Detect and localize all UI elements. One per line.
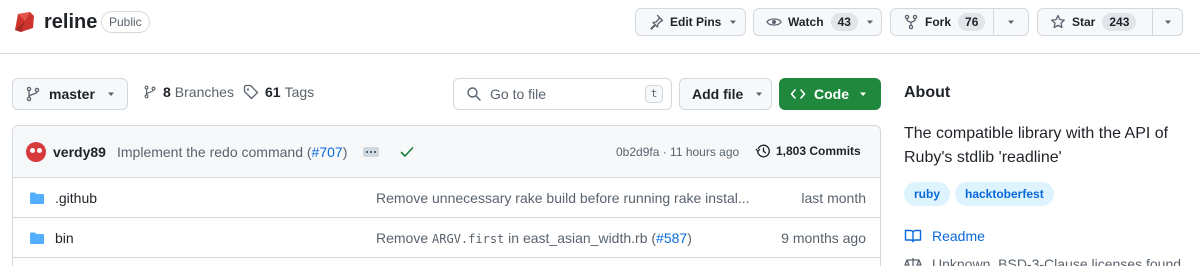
readme-link[interactable]: Readme [904,228,985,244]
expand-commit-button[interactable] [363,147,379,157]
branch-icon [26,86,40,102]
file-commit-text-end: ) [687,230,692,246]
repo-name[interactable]: reline [44,10,97,34]
edit-pins-label: Edit Pins [670,15,722,29]
branch-icon [144,85,156,99]
scale-icon [904,258,922,266]
commits-link[interactable]: 1,803 Commits [755,143,861,159]
avatar[interactable] [26,142,46,162]
fork-dropdown-button[interactable] [993,8,1029,36]
license-link[interactable]: Unknown, BSD-3-Clause licenses found [904,256,1181,266]
commits-count: 1,803 Commits [776,144,861,158]
check-icon[interactable] [399,144,415,160]
branches-count: 8 [163,84,171,100]
file-date: last month [801,190,866,206]
about-description: The compatible library with the API of R… [904,125,1169,166]
file-commit-message[interactable]: Remove unnecessary rake build before run… [376,190,750,206]
add-file-label: Add file [692,86,744,102]
file-table: verdy89 Implement the redo command (#707… [12,125,881,266]
tags-link[interactable]: 61 Tags [243,84,314,100]
tags-label: Tags [284,84,315,100]
go-to-file-input[interactable]: Go to file t [453,78,672,110]
commit-sha-time[interactable]: 0b2d9fa · 11 hours ago [616,145,739,159]
commit-author[interactable]: verdy89 [53,144,106,160]
file-name[interactable]: .github [55,190,97,206]
fork-label: Fork [925,15,952,29]
fork-icon [904,14,918,30]
file-commit-message[interactable]: Remove ARGV.first in east_asian_width.rb… [376,230,692,246]
about-title: About [904,84,951,101]
edit-pins-button[interactable]: Edit Pins [635,8,746,36]
file-commit-text: Remove [376,230,433,246]
chevron-down-icon [1008,20,1014,24]
search-shortcut-key: t [645,85,663,103]
chevron-down-icon [866,20,873,24]
book-icon [904,229,922,243]
fork-button[interactable]: Fork 76 [890,8,994,36]
branches-label: Branches [174,84,234,100]
file-row: .github Remove unnecessary rake build be… [13,178,880,218]
star-icon [1051,14,1065,29]
visibility-badge: Public [101,11,150,33]
eye-icon [766,18,782,26]
commit-message-text: Implement the redo command ( [117,144,312,160]
search-placeholder: Go to file [490,86,547,102]
commit-message-end: ) [342,144,348,160]
tag-icon [243,84,259,100]
topic-ruby[interactable]: ruby [904,182,951,206]
latest-commit-row: verdy89 Implement the redo command (#707… [13,126,880,178]
file-row: bin Remove ARGV.first in east_asian_widt… [13,218,880,258]
repo-header: reline Public Edit Pins Watch 43 Fork 76… [0,0,1200,54]
file-date: 9 months ago [781,230,866,246]
topic-hacktoberfest[interactable]: hacktoberfest [955,182,1054,206]
commit-pr-link[interactable]: #707 [312,144,343,160]
watch-label: Watch [788,15,824,29]
history-icon [755,144,770,158]
pin-icon [650,14,664,30]
chevron-down-icon [756,92,763,96]
file-commit-pr-link[interactable]: #587 [656,230,687,246]
code-button[interactable]: Code [779,78,881,110]
watch-count: 43 [830,13,858,31]
branches-link[interactable]: 8 Branches [143,84,234,100]
add-file-button[interactable]: Add file [679,78,772,110]
file-commit-text-mid: in east_asian_width.rb ( [504,230,657,246]
chevron-down-icon [730,20,737,24]
star-dropdown-button[interactable] [1152,8,1183,36]
star-label: Star [1072,15,1096,29]
folder-icon [30,232,44,244]
file-commit-code: ARGV.first [432,232,505,246]
branch-name: master [49,86,95,102]
tags-count: 61 [265,84,281,100]
chevron-down-icon [1164,20,1171,24]
star-count: 243 [1102,13,1137,31]
folder-icon [30,192,44,204]
code-label: Code [814,86,849,102]
readme-label: Readme [932,228,985,244]
ruby-logo-icon [15,12,34,32]
chevron-down-icon [107,92,114,96]
file-name[interactable]: bin [55,230,74,246]
chevron-down-icon [860,92,866,96]
watch-button[interactable]: Watch 43 [753,8,882,36]
branch-selector[interactable]: master [12,78,128,110]
commit-message[interactable]: Implement the redo command (#707) [117,144,347,160]
license-label: Unknown, BSD-3-Clause licenses found [932,256,1182,266]
fork-count: 76 [958,13,986,31]
code-icon [790,89,806,99]
search-icon [467,87,481,101]
star-button[interactable]: Star 243 [1037,8,1153,36]
